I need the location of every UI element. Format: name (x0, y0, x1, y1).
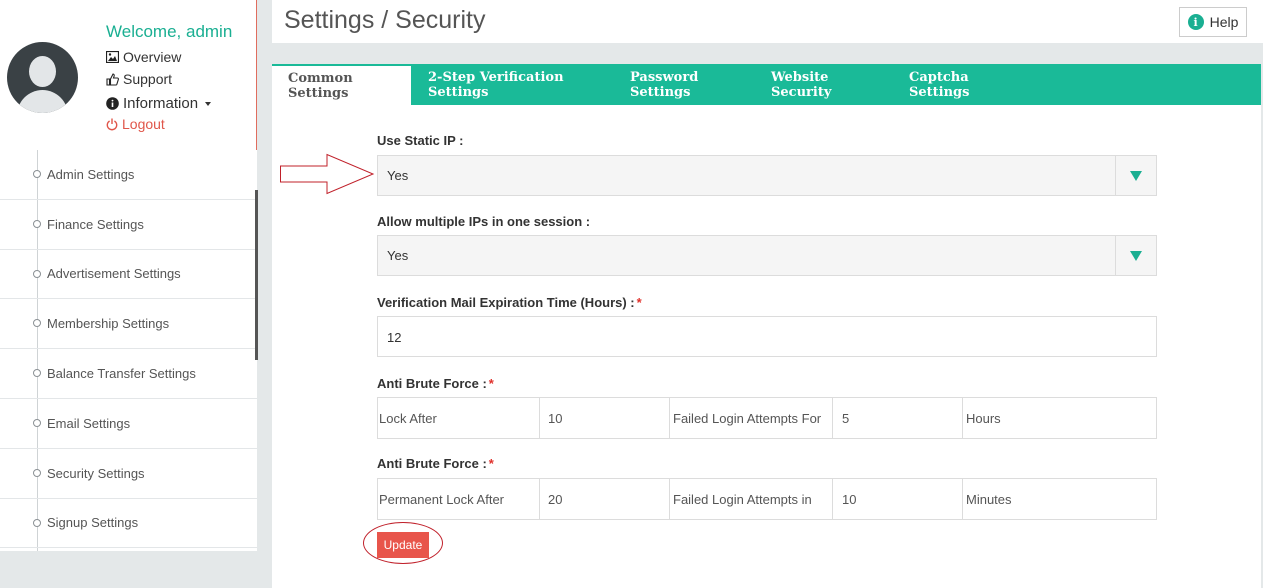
sidebar-item-advertisement-settings[interactable]: Advertisement Settings (0, 250, 257, 300)
mail-expiration-label: Verification Mail Expiration Time (Hours… (377, 295, 642, 310)
image-icon (106, 51, 119, 63)
attempt-window-input[interactable]: 10 (833, 479, 963, 519)
sidebar-item-finance-settings[interactable]: Finance Settings (0, 200, 257, 250)
sidebar-scrollbar[interactable] (255, 190, 258, 360)
support-link[interactable]: Support (106, 71, 172, 87)
information-dropdown[interactable]: Information (106, 95, 212, 112)
multiple-ips-select[interactable]: Yes (377, 235, 1157, 276)
welcome-text: Welcome, admin (106, 22, 233, 41)
overview-link[interactable]: Overview (106, 49, 181, 65)
sidebar-item-security-settings[interactable]: Security Settings (0, 449, 257, 499)
bullet-icon (33, 269, 41, 278)
anti-brute-force-label-text: Anti Brute Force : (377, 376, 487, 391)
support-label: Support (123, 71, 173, 87)
power-icon (106, 118, 118, 130)
sidebar-menu: Admin Settings Finance Settings Advertis… (0, 150, 257, 551)
sidebar-item-signup-settings[interactable]: Signup Settings (0, 499, 257, 549)
static-ip-label: Use Static IP : (377, 133, 464, 148)
settings-form: Use Static IP : Yes Allow multiple IPs i… (272, 105, 1261, 588)
logout-label: Logout (122, 116, 165, 132)
info-icon (106, 97, 119, 110)
information-label: Information (123, 95, 199, 112)
page-header: Settings / Security i Help (272, 0, 1263, 43)
lock-duration-input[interactable]: 5 (833, 398, 963, 438)
triangle-down-icon (1130, 170, 1142, 181)
failed-attempts-for-label: Failed Login Attempts For (670, 398, 833, 438)
lock-after-label: Lock After (378, 398, 540, 438)
lock-after-attempts-input[interactable]: 10 (540, 398, 670, 438)
sidebar: Welcome, admin Overview Support Informat… (0, 0, 257, 551)
sidebar-item-label: Finance Settings (47, 216, 144, 232)
tab-common-settings[interactable]: Common Settings (272, 64, 411, 105)
permanent-lock-label: Permanent Lock After (378, 479, 540, 519)
anti-brute-force-row: Lock After 10 Failed Login Attempts For … (377, 397, 1157, 439)
required-marker: * (488, 376, 494, 391)
sidebar-item-membership-settings[interactable]: Membership Settings (0, 299, 257, 350)
static-ip-value: Yes (387, 168, 409, 183)
avatar (7, 42, 78, 113)
sidebar-item-label: Signup Settings (47, 515, 139, 531)
annotation-arrow-icon (280, 153, 375, 195)
mail-expiration-input[interactable]: 12 (377, 316, 1157, 357)
sidebar-item-label: Advertisement Settings (47, 266, 181, 282)
tab-2-step-verification-settings[interactable]: 2-Step Verification Settings (411, 64, 613, 105)
permanent-lock-attempts-input[interactable]: 20 (540, 479, 670, 519)
bullet-icon (33, 170, 41, 178)
triangle-down-icon (1130, 250, 1142, 261)
help-button[interactable]: i Help (1179, 7, 1247, 37)
info-icon: i (1187, 14, 1204, 30)
caret-down-icon (205, 101, 212, 106)
window-unit-label: Minutes (966, 491, 1012, 507)
anti-brute-force-label-text: Anti Brute Force : (377, 456, 487, 471)
failed-attempts-in-label: Failed Login Attempts in (670, 479, 833, 519)
bullet-icon (33, 319, 41, 328)
thumbs-up-icon (106, 72, 119, 86)
multiple-ips-label: Allow multiple IPs in one session : (377, 214, 591, 229)
bullet-icon (33, 369, 41, 378)
update-button[interactable]: Update (377, 532, 429, 558)
bullet-icon (33, 518, 41, 527)
sidebar-item-label: Admin Settings (47, 166, 135, 182)
dropdown-button[interactable] (1115, 236, 1156, 275)
dropdown-button[interactable] (1115, 156, 1156, 195)
sidebar-item-balance-transfer-settings[interactable]: Balance Transfer Settings (0, 349, 257, 399)
permanent-lock-row: Permanent Lock After 20 Failed Login Att… (377, 478, 1157, 520)
sidebar-item-email-settings[interactable]: Email Settings (0, 399, 257, 449)
anti-brute-force-label: Anti Brute Force : * (377, 456, 494, 471)
tab-password-settings[interactable]: Password Settings (613, 64, 754, 105)
required-marker: * (636, 295, 642, 310)
mail-expiration-value: 12 (387, 330, 402, 345)
tab-captcha-settings[interactable]: Captcha Settings (892, 64, 1026, 105)
mail-expiration-label-text: Verification Mail Expiration Time (Hours… (377, 295, 635, 310)
duration-unit-label: Hours (966, 410, 1001, 426)
bullet-icon (33, 418, 41, 427)
required-marker: * (488, 456, 494, 471)
settings-tabs: Common Settings 2-Step Verification Sett… (272, 64, 1261, 105)
sidebar-item-label: Email Settings (47, 415, 131, 431)
tab-website-security[interactable]: Website Security (754, 64, 892, 105)
sidebar-item-admin-settings[interactable]: Admin Settings (0, 150, 257, 200)
sidebar-item-label: Security Settings (47, 465, 145, 481)
page-title: Settings / Security (284, 6, 486, 34)
bullet-icon (33, 468, 41, 477)
profile-panel: Welcome, admin Overview Support Informat… (0, 0, 257, 150)
sidebar-item-label: Membership Settings (47, 316, 170, 332)
help-label: Help (1209, 14, 1239, 30)
bullet-icon (33, 219, 41, 228)
overview-label: Overview (123, 49, 182, 65)
sidebar-item-label: Balance Transfer Settings (47, 366, 196, 382)
static-ip-select[interactable]: Yes (377, 155, 1157, 196)
logout-link[interactable]: Logout (106, 116, 165, 132)
anti-brute-force-label: Anti Brute Force : * (377, 376, 494, 391)
multiple-ips-value: Yes (387, 248, 409, 263)
